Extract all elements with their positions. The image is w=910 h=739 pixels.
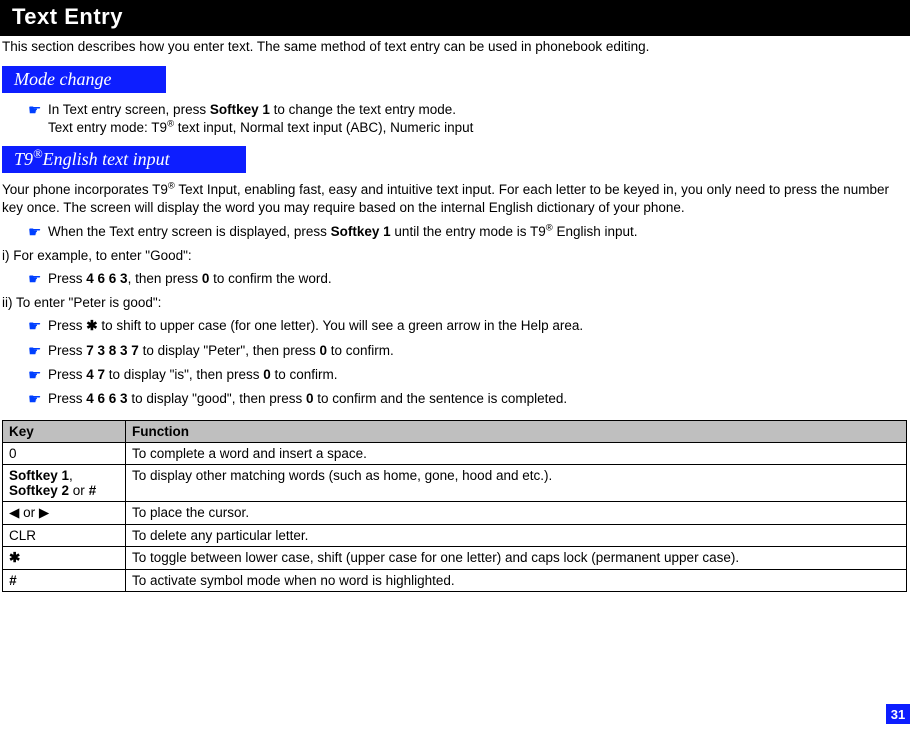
cell-key-hash: # <box>3 570 126 592</box>
example-ii-label: ii) To enter "Peter is good": <box>0 292 910 315</box>
table-row: CLR To delete any particular letter. <box>3 525 907 547</box>
bullet-ex-ii-2: ☛ Press 7 3 8 3 7 to display "Peter", th… <box>0 340 910 364</box>
hash-icon: # <box>89 483 97 498</box>
page-number: 31 <box>886 704 910 724</box>
bullet-t9-press-softkey: ☛ When the Text entry screen is displaye… <box>0 221 910 245</box>
hash-icon: # <box>9 573 17 588</box>
key-function-table: Key Function 0 To complete a word and in… <box>2 420 907 592</box>
table-row: 0 To complete a word and insert a space. <box>3 443 907 465</box>
table-row: # To activate symbol mode when no word i… <box>3 570 907 592</box>
cell-func-0: To complete a word and insert a space. <box>126 443 907 465</box>
cell-key-arrows: ◀ or ▶ <box>3 502 126 525</box>
bullet-text: In Text entry screen, press Softkey 1 to… <box>48 101 904 137</box>
bullet-ex-ii-4: ☛ Press 4 6 6 3 to display "good", then … <box>0 388 910 412</box>
cell-key-softkeys: Softkey 1, Softkey 2 or # <box>3 465 126 502</box>
table-row: Softkey 1, Softkey 2 or # To display oth… <box>3 465 907 502</box>
table-row: ✱ To toggle between lower case, shift (u… <box>3 547 907 570</box>
left-arrow-icon: ◀ <box>9 505 19 520</box>
bullet-ex-ii-1: ☛ Press ✱ to shift to upper case (for on… <box>0 315 910 339</box>
hand-icon: ☛ <box>28 101 48 121</box>
bullet-text: When the Text entry screen is displayed,… <box>48 223 904 241</box>
cell-func-arrows: To place the cursor. <box>126 502 907 525</box>
bullet-text: Press 4 6 6 3, then press 0 to confirm t… <box>48 270 904 288</box>
hand-icon: ☛ <box>28 366 48 386</box>
intro-text: This section describes how you enter tex… <box>0 36 910 60</box>
cell-key-clr: CLR <box>3 525 126 547</box>
star-icon: ✱ <box>9 550 20 565</box>
page-title: Text Entry <box>0 0 910 36</box>
hand-icon: ☛ <box>28 317 48 337</box>
bullet-text: Press 4 7 to display "is", then press 0 … <box>48 366 904 384</box>
bullet-ex-ii-3: ☛ Press 4 7 to display "is", then press … <box>0 364 910 388</box>
t9-intro: Your phone incorporates T9® Text Input, … <box>0 179 910 221</box>
th-key: Key <box>3 421 126 443</box>
bullet-text: Press ✱ to shift to upper case (for one … <box>48 317 904 335</box>
section-heading-mode-change: Mode change <box>2 66 166 93</box>
cell-key-star: ✱ <box>3 547 126 570</box>
cell-func-star: To toggle between lower case, shift (upp… <box>126 547 907 570</box>
cell-func-softkeys: To display other matching words (such as… <box>126 465 907 502</box>
bullet-ex-i-1: ☛ Press 4 6 6 3, then press 0 to confirm… <box>0 268 910 292</box>
th-function: Function <box>126 421 907 443</box>
table-row: ◀ or ▶ To place the cursor. <box>3 502 907 525</box>
right-arrow-icon: ▶ <box>39 505 49 520</box>
hand-icon: ☛ <box>28 270 48 290</box>
section-heading-t9: T9®English text input <box>2 146 246 173</box>
hand-icon: ☛ <box>28 342 48 362</box>
hand-icon: ☛ <box>28 223 48 243</box>
star-icon: ✱ <box>86 318 97 333</box>
table-header-row: Key Function <box>3 421 907 443</box>
hand-icon: ☛ <box>28 390 48 410</box>
cell-func-clr: To delete any particular letter. <box>126 525 907 547</box>
example-i-label: i) For example, to enter "Good": <box>0 245 910 268</box>
bullet-text: Press 7 3 8 3 7 to display "Peter", then… <box>48 342 904 360</box>
cell-func-hash: To activate symbol mode when no word is … <box>126 570 907 592</box>
bullet-mode-change: ☛ In Text entry screen, press Softkey 1 … <box>0 99 910 139</box>
cell-key-0: 0 <box>3 443 126 465</box>
bullet-text: Press 4 6 6 3 to display "good", then pr… <box>48 390 904 408</box>
